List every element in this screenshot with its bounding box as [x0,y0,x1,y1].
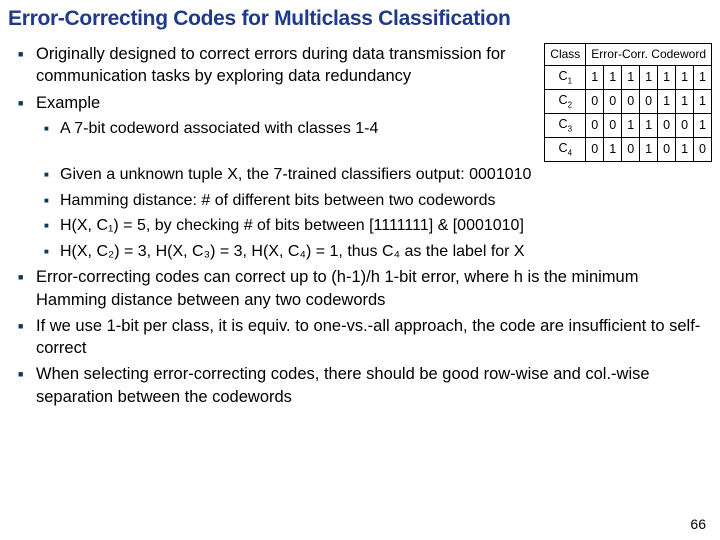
square-bullet-icon: ■ [18,98,36,108]
list-item: ■ H(X, C₂) = 3, H(X, C₃) = 3, H(X, C₄) =… [44,241,712,263]
square-bullet-icon: ■ [44,196,60,205]
bit-cell: 0 [694,137,712,161]
list-item: ■ A 7-bit codeword associated with class… [44,118,538,140]
bit-cell: 1 [640,113,658,137]
bit-cell: 0 [586,113,604,137]
list-item: ■ Originally designed to correct errors … [18,43,538,88]
square-bullet-icon: ■ [44,247,60,256]
content-area: ■ Originally designed to correct errors … [8,43,712,408]
bullet-text: When selecting error-correcting codes, t… [36,363,712,408]
bit-cell: 1 [640,137,658,161]
bit-cell: 1 [622,65,640,89]
sub-bullet-list-top: ■ A 7-bit codeword associated with class… [8,118,538,140]
bullet-text: Example [36,92,538,114]
table-row: C11111111 [545,65,712,89]
class-cell: C2 [545,89,586,113]
bullet-text: H(X, C₁) = 5, by checking # of bits betw… [60,215,712,237]
bit-cell: 1 [676,65,694,89]
bit-cell: 0 [586,137,604,161]
bit-cell: 0 [640,89,658,113]
square-bullet-icon: ■ [18,49,36,59]
square-bullet-icon: ■ [18,321,36,331]
square-bullet-icon: ■ [44,124,60,133]
table-row: C40101010 [545,137,712,161]
table-header-row: Class Error-Corr. Codeword [545,44,712,65]
square-bullet-icon: ■ [18,272,36,282]
bullet-text: H(X, C₂) = 3, H(X, C₃) = 3, H(X, C₄) = 1… [60,241,712,263]
class-cell: C3 [545,113,586,137]
bit-cell: 1 [658,89,676,113]
bit-cell: 0 [622,137,640,161]
bullet-text: Given a unknown tuple X, the 7-trained c… [60,164,712,186]
bit-cell: 1 [640,65,658,89]
bullet-list-top: ■ Originally designed to correct errors … [8,43,538,114]
square-bullet-icon: ■ [44,221,60,230]
bit-cell: 0 [658,113,676,137]
bit-cell: 1 [604,137,622,161]
bit-cell: 1 [694,89,712,113]
sub-bullet-list-rest: ■ Given a unknown tuple X, the 7-trained… [8,164,712,262]
table-row: C20000111 [545,89,712,113]
bullet-text: Error-correcting codes can correct up to… [36,266,712,311]
list-item: ■ If we use 1-bit per class, it is equiv… [18,315,712,360]
class-cell: C4 [545,137,586,161]
top-row: ■ Originally designed to correct errors … [8,43,712,162]
bullet-text: Hamming distance: # of different bits be… [60,190,712,212]
bit-cell: 1 [676,89,694,113]
codeword-table: Class Error-Corr. Codeword C11111111C200… [544,43,712,162]
list-item: ■ Given a unknown tuple X, the 7-trained… [44,164,712,186]
class-cell: C1 [545,65,586,89]
square-bullet-icon: ■ [44,170,60,179]
bit-cell: 1 [676,137,694,161]
bit-cell: 1 [586,65,604,89]
list-item: ■ When selecting error-correcting codes,… [18,363,712,408]
list-item: ■ Example [18,92,538,114]
top-left-text: ■ Originally designed to correct errors … [8,43,544,143]
list-item: ■ Hamming distance: # of different bits … [44,190,712,212]
square-bullet-icon: ■ [18,369,36,379]
bit-cell: 0 [658,137,676,161]
list-item: ■ H(X, C₁) = 5, by checking # of bits be… [44,215,712,237]
bit-cell: 1 [694,113,712,137]
bit-cell: 0 [586,89,604,113]
bullet-text: If we use 1-bit per class, it is equiv. … [36,315,712,360]
bit-cell: 0 [604,89,622,113]
slide: Error-Correcting Codes for Multiclass Cl… [0,0,720,540]
bit-cell: 0 [676,113,694,137]
table-header-codeword: Error-Corr. Codeword [586,44,712,65]
page-number: 66 [690,516,706,532]
bit-cell: 1 [658,65,676,89]
page-title: Error-Correcting Codes for Multiclass Cl… [8,6,712,31]
bit-cell: 0 [622,89,640,113]
table-row: C30011001 [545,113,712,137]
bullet-text: A 7-bit codeword associated with classes… [60,118,538,140]
list-item: ■ Error-correcting codes can correct up … [18,266,712,311]
bullet-list-bottom: ■ Error-correcting codes can correct up … [8,266,712,408]
codeword-table-wrapper: Class Error-Corr. Codeword C11111111C200… [544,43,712,162]
bit-cell: 1 [604,65,622,89]
table-header-class: Class [545,44,586,65]
bit-cell: 1 [622,113,640,137]
bullet-text: Originally designed to correct errors du… [36,43,538,88]
bit-cell: 1 [694,65,712,89]
bit-cell: 0 [604,113,622,137]
